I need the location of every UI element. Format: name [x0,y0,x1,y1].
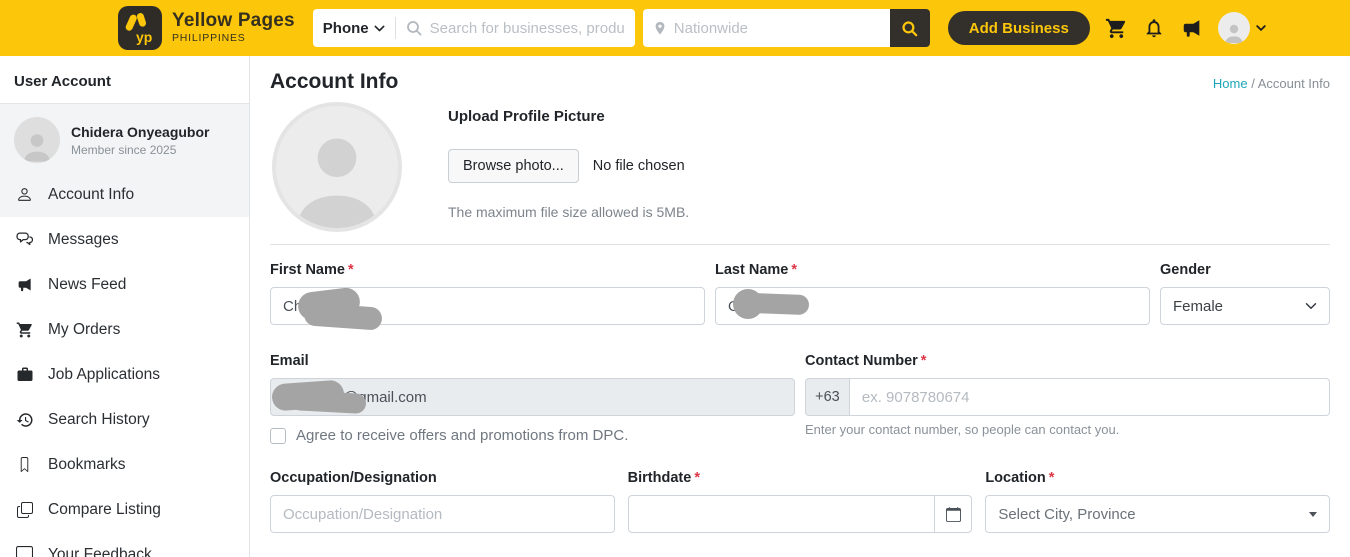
chevron-down-icon [1256,25,1266,31]
megaphone-icon[interactable] [1180,17,1204,39]
browse-photo-button[interactable]: Browse photo... [448,149,579,183]
upload-picture-label: Upload Profile Picture [448,108,605,125]
location-select[interactable]: Select City, Province [985,495,1330,533]
user-menu[interactable] [1217,12,1266,44]
first-name-label: First Name [270,262,345,278]
yellow-pages-logo[interactable]: yp [118,6,162,50]
contact-help-text: Enter your contact number, so people can… [805,422,1120,437]
email-label: Email [270,353,309,369]
occupation-input[interactable] [270,495,615,533]
location-box [642,9,890,47]
brand-name: Yellow Pages [172,10,295,32]
location-label: Location [985,470,1046,486]
birthdate-label: Birthdate [627,470,692,486]
search-bar: Phone [312,9,635,47]
main-content: Account Info Home / Account Info Upload … [250,56,1350,557]
breadcrumb-home-link[interactable]: Home [1213,76,1248,91]
gender-select[interactable]: Female [1160,287,1330,325]
section-divider [270,244,1330,245]
bookmark-icon [15,456,34,473]
search-input[interactable] [429,19,625,37]
phone-prefix: +63 [805,378,849,416]
sidebar-item-your-feedback[interactable]: Your Feedback [0,532,249,557]
brand-country: PHILIPPINES [172,32,246,45]
location-input[interactable] [673,19,880,37]
top-header: yp Yellow Pages PHILIPPINES Phone Search… [0,0,1350,56]
calendar-icon [945,506,961,522]
person-icon [15,186,34,203]
no-file-chosen-text: No file chosen [592,158,685,174]
search-category-dropdown[interactable]: Phone [323,20,385,37]
avatar-icon [1217,12,1250,44]
page-title: Account Info [270,70,399,93]
add-business-button[interactable]: Add Business [947,11,1090,45]
sidebar-title: User Account [0,56,249,104]
search-button[interactable] [889,9,930,47]
search-icon [902,20,918,36]
chevron-down-icon [1305,303,1317,309]
cart-icon [15,321,34,339]
sidebar-item-bookmarks[interactable]: Bookmarks [0,442,249,487]
sidebar-item-search-history[interactable]: Search History [0,397,249,442]
sidebar-item-messages[interactable]: Messages [0,217,249,262]
avatar-icon [297,138,377,228]
caret-down-icon [1308,511,1317,517]
agree-promotions-label: Agree to receive offers and promotions f… [296,427,629,444]
max-file-size-note: The maximum file size allowed is 5MB. [448,204,690,220]
contact-number-label: Contact Number [805,353,918,369]
last-name-label: Last Name [715,262,789,278]
birthdate-input[interactable] [627,495,936,533]
feedback-icon [15,546,34,557]
sidebar: User Account Chidera Onyeagubor Member s… [0,56,250,557]
chat-icon [15,231,34,248]
location-pin-icon [653,20,667,36]
redaction-blob [289,390,367,414]
calendar-button[interactable] [935,495,973,533]
divider [394,17,396,39]
gender-label: Gender [1160,262,1211,278]
sidebar-item-account-info[interactable]: Account Info [0,172,249,217]
occupation-label: Occupation/Designation [270,470,437,486]
required-asterisk: * [694,470,700,486]
profile-member-since: Member since 2025 [71,142,177,157]
sidebar-active-block: Chidera Onyeagubor Member since 2025 Acc… [0,104,249,217]
required-asterisk: * [791,262,797,278]
redaction-blob [303,302,383,331]
sidebar-profile: Chidera Onyeagubor Member since 2025 [0,104,249,172]
redaction-blob [748,292,810,316]
briefcase-icon [15,366,34,384]
chevron-down-icon [374,25,385,31]
breadcrumb: Home / Account Info [1212,76,1330,91]
location-search-group [642,9,930,47]
contact-number-input[interactable] [848,378,1330,416]
required-asterisk: * [920,353,927,369]
sidebar-item-job-applications[interactable]: Job Applications [0,352,249,397]
svg-text:yp: yp [136,29,152,45]
search-icon [406,20,422,36]
sidebar-item-news-feed[interactable]: News Feed [0,262,249,307]
yellow-pages-account-page: yp Yellow Pages PHILIPPINES Phone Search… [0,0,1350,557]
profile-picture-placeholder [272,102,402,232]
agree-promotions-checkbox[interactable] [270,427,286,444]
required-asterisk: * [347,262,354,278]
required-asterisk: * [1048,470,1055,486]
upload-profile-section: Upload Profile Picture Browse photo... N… [270,102,1330,232]
sidebar-item-compare-listing[interactable]: Compare Listing [0,487,249,532]
megaphone-icon [15,276,34,293]
bell-icon[interactable] [1143,17,1165,39]
walking-fingers-icon: yp [125,13,152,45]
brand-text: Yellow Pages PHILIPPINES [172,10,295,45]
profile-name: Chidera Onyeagubor [71,123,210,140]
history-icon [15,411,34,429]
compare-icon [15,501,34,518]
sidebar-item-my-orders[interactable]: My Orders [0,307,249,352]
breadcrumb-current: Account Info [1257,76,1330,91]
avatar-icon [14,117,60,163]
cart-icon[interactable] [1105,17,1128,40]
